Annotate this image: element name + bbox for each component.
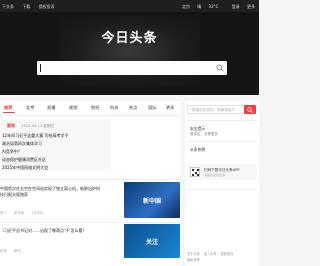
feed-item-meta: 热门 新华网 1万评论: [0, 210, 49, 215]
main-search-input[interactable]: [37, 61, 227, 75]
meta-tag: 热门: [0, 211, 7, 215]
hot-news-item[interactable]: 2025年中国网络文明大会: [2, 165, 48, 171]
footer-links: 关于头条 加入头条 侵权投诉: [187, 251, 233, 256]
tab-beijing[interactable]: 北京: [26, 105, 34, 111]
location-label[interactable]: 北京: [182, 4, 190, 9]
weather-label: 晴: [197, 4, 202, 9]
tab-more[interactable]: 更多: [166, 105, 174, 111]
tab-hot[interactable]: 热点: [129, 105, 137, 111]
hot-news-box: 要闻 2024-06-13 星期四 12年间习近平这重大事 写给高考学子 政治局…: [2, 119, 110, 171]
feed-item-title[interactable]: （习近平总书记对……出现了哪两点‘不’怎么看？: [0, 228, 87, 234]
feed-item-title-cont[interactable]: 技日报头版独家: [0, 192, 28, 198]
right-sidebar: 搜索站内资讯、视频或用户 安全提示 登录后，查看更多 头条热榜 扫码下载今日头条…: [185, 101, 259, 266]
sidebar-search-input[interactable]: 搜索站内资讯、视频或用户: [187, 105, 245, 114]
footer-link[interactable]: 关于头条: [187, 252, 200, 256]
hot-news-header: 要闻 2024-06-13 星期四: [7, 123, 54, 129]
sidebar-divider: [187, 141, 257, 142]
more-link[interactable]: 更多: [247, 4, 255, 9]
hot-news-title: 要闻: [7, 123, 15, 128]
site-logo-title: 今日头条: [101, 31, 158, 46]
hero-banner: 今日头条: [0, 12, 259, 95]
tab-video[interactable]: 视频: [69, 105, 77, 111]
tab-live[interactable]: 直播: [47, 105, 55, 111]
thumbnail-caption: 新中国: [142, 198, 161, 205]
meta-comments: 1万评论: [31, 211, 44, 215]
hot-news-date: 2024-06-13 星期四: [21, 124, 55, 128]
thumbnail-caption: 关注: [145, 239, 158, 246]
qr-code: [190, 167, 200, 177]
sidebar-divider: [187, 120, 257, 121]
meta-tag: 科技: [0, 249, 7, 253]
search-icon: [216, 64, 224, 72]
sidebar-section-title: 头条热榜: [190, 147, 206, 152]
sidebar-search-button[interactable]: [244, 105, 256, 114]
feed-divider: [0, 179, 181, 180]
sidebar-link[interactable]: 登录后，查看更多: [190, 132, 218, 137]
feed-divider: [0, 222, 181, 223]
meta-source[interactable]: 新华网: [14, 211, 24, 215]
app-download-sub: 有趣的发现更多: [204, 173, 226, 177]
topbar-complaint-link[interactable]: 侵权投诉: [39, 4, 55, 9]
main-feed: 要闻 2024-06-13 星期四 12年间习近平这重大事 写给高考学子 政治局…: [0, 117, 181, 266]
channel-tabs: 推荐 北京 直播 视频 财经 科技 热点 国际 更多: [0, 101, 181, 114]
sidebar-divider: [187, 189, 257, 190]
search-icon: [247, 107, 253, 113]
top-nav-bar: 下头条 下载 侵权投诉 北京 晴 32°C 登录 更多: [0, 0, 259, 12]
search-submit-button[interactable]: [213, 61, 227, 75]
feed-item-meta: 科技 报刊: [0, 248, 27, 253]
tab-recommend[interactable]: 推荐: [4, 105, 12, 111]
active-tab-indicator: [3, 112, 15, 113]
hot-news-item[interactable]: 12年间习近平这重大事 写给高考学子: [2, 133, 68, 139]
hot-news-item[interactable]: AI竞争中？: [2, 149, 22, 155]
footer-link[interactable]: 侵权投诉: [221, 252, 234, 256]
topbar-download-link[interactable]: 下头条: [2, 4, 14, 9]
tab-international[interactable]: 国际: [148, 105, 156, 111]
meta-source[interactable]: 报刊: [14, 249, 21, 253]
text-caret: [40, 64, 41, 72]
login-link[interactable]: 登录: [232, 4, 240, 9]
app-download-card[interactable]: 扫码下载今日头条APP 有趣的发现更多: [187, 164, 257, 180]
feed-thumbnail[interactable]: 关注: [124, 224, 180, 258]
feed-thumbnail[interactable]: 新中国: [124, 182, 180, 218]
hot-news-item[interactable]: 政治局第四次集体学习: [2, 141, 42, 147]
footer-links: 隐私政策: [187, 257, 200, 262]
footer-link[interactable]: 加入头条: [204, 252, 217, 256]
tab-tech[interactable]: 科技: [110, 105, 118, 111]
footer-link[interactable]: 隐私政策: [187, 258, 200, 262]
topbar-link[interactable]: 下载: [22, 4, 30, 9]
tab-finance[interactable]: 财经: [91, 105, 99, 111]
hot-news-item[interactable]: 动态保护健康消费区社区: [2, 157, 46, 163]
temperature-label: 32°C: [208, 4, 219, 9]
